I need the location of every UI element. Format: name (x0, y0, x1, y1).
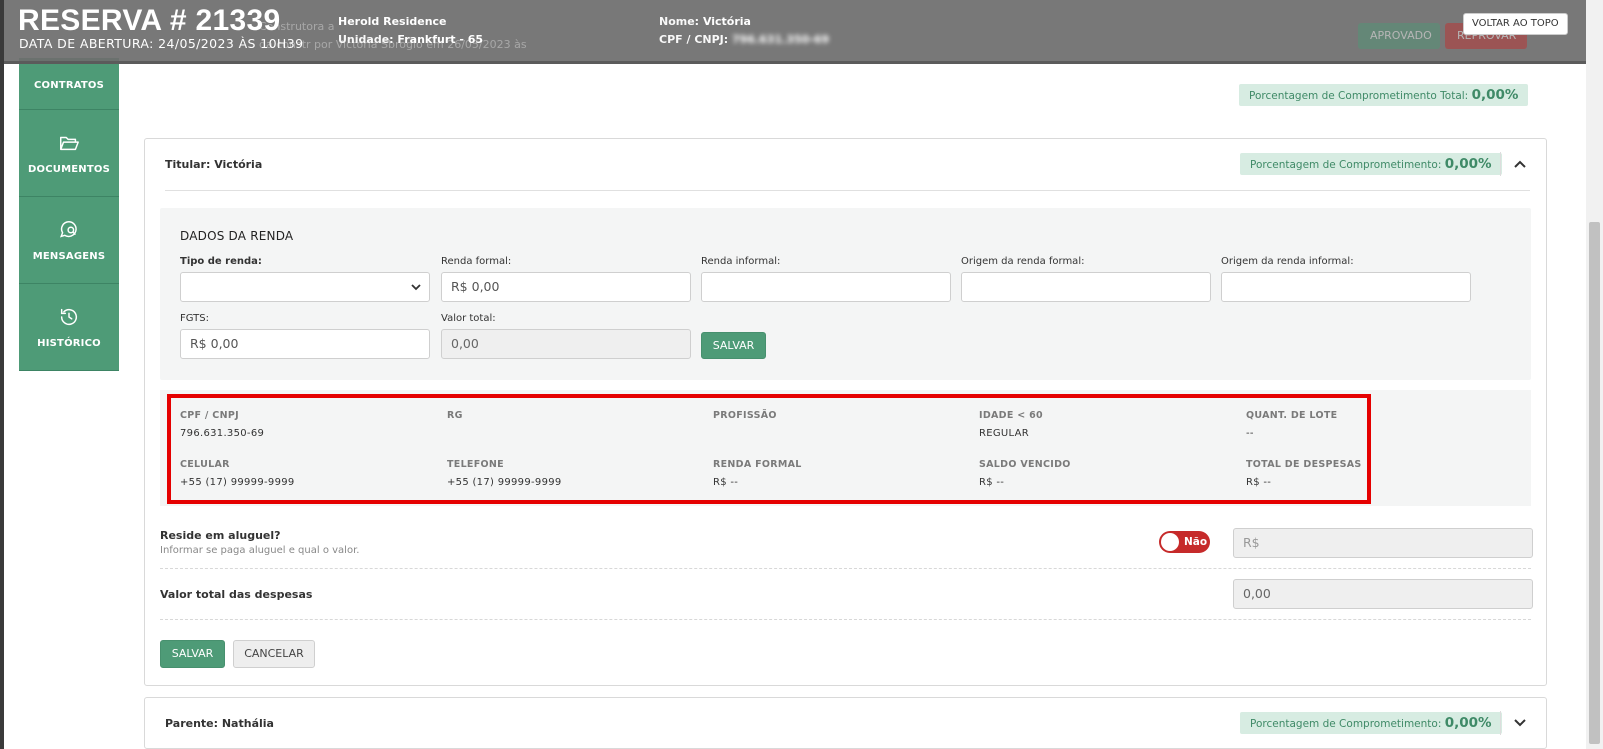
info-overdue-value: R$ -- (979, 477, 1005, 488)
sidebar-item-label: MENSAGENS (32, 250, 106, 262)
fgts-label: FGTS: (180, 313, 209, 324)
info-expenses-label: TOTAL DE DESPESAS (1246, 459, 1362, 470)
cpf-value-blurred: 796.631.350-69 (732, 33, 830, 46)
cancel-button[interactable]: CANCELAR (233, 640, 315, 668)
fgts-input[interactable]: R$ 0,00 (180, 329, 430, 359)
unit-value: Frankfurt - 65 (397, 33, 484, 46)
informal-income-label: Renda informal: (701, 256, 781, 267)
back-to-top-button[interactable]: VOLTAR AO TOPO (1463, 13, 1568, 35)
informal-origin-input[interactable] (1221, 272, 1471, 302)
scrollbar-thumb[interactable] (1589, 222, 1600, 744)
info-job-label: PROFISSÃO (713, 410, 777, 421)
card-header-divider (165, 190, 1530, 191)
rent-toggle[interactable]: Não (1159, 531, 1210, 553)
info-expenses-value: R$ -- (1246, 477, 1272, 488)
approve-button[interactable]: APROVADO (1358, 23, 1440, 49)
rent-question: Reside em aluguel? (160, 529, 281, 542)
sidebar: CONTRATOS DOCUMENTOS MENSAGENS HISTÓRICO (19, 58, 119, 371)
parente-title[interactable]: Parente: Nathália (165, 717, 274, 730)
titular-commitment-badge: Porcentagem de Comprometimento: 0,00% (1240, 153, 1502, 175)
titular-commitment-label: Porcentagem de Comprometimento: (1250, 159, 1442, 171)
unit-info: Unidade: Frankfurt - 65 (338, 33, 483, 46)
parente-commitment-badge: Porcentagem de Comprometimento: 0,00% (1240, 712, 1502, 734)
folder-open-icon (60, 136, 79, 150)
info-cell-label: CELULAR (180, 459, 230, 470)
save-button[interactable]: SALVAR (160, 640, 225, 668)
formal-income-input[interactable]: R$ 0,00 (441, 272, 691, 302)
titular-title[interactable]: Titular: Victória (165, 158, 262, 171)
client-document: CPF / CNPJ: 796.631.350-69 (659, 33, 829, 46)
chevron-up-icon[interactable] (1513, 157, 1527, 171)
formal-origin-input[interactable] (961, 272, 1211, 302)
sidebar-item-documentos[interactable]: DOCUMENTOS (19, 110, 119, 197)
info-lots-label: QUANT. DE LOTE (1246, 410, 1338, 421)
unit-label: Unidade: (338, 33, 394, 46)
info-formal-income-label: RENDA FORMAL (713, 459, 802, 470)
info-cpf-label: CPF / CNPJ (180, 410, 239, 421)
formal-income-label: Renda formal: (441, 256, 512, 267)
rent-value-input[interactable]: R$ (1233, 528, 1533, 558)
window-edge (0, 0, 4, 749)
row-divider (160, 568, 1531, 569)
sidebar-item-label: DOCUMENTOS (28, 163, 110, 175)
info-phone-label: TELEFONE (447, 459, 504, 470)
sidebar-item-label: CONTRATOS (33, 80, 105, 91)
rent-hint: Informar se paga aluguel e qual o valor. (160, 545, 360, 556)
income-type-label: Tipo de renda: (180, 256, 262, 267)
info-cpf-value: 796.631.350-69 (180, 428, 265, 439)
divider (1500, 152, 1501, 176)
project-name: Herold Residence (338, 15, 447, 28)
info-lots-value: -- (1246, 428, 1254, 439)
income-save-button[interactable]: SALVAR (701, 332, 766, 359)
info-age-value: REGULAR (979, 428, 1030, 439)
parente-commitment-value: 0,00% (1444, 715, 1492, 731)
info-phone-value: +55 (17) 99999-9999 (447, 477, 562, 488)
total-commitment-label: Porcentagem de Comprometimento Total: (1249, 90, 1469, 102)
income-panel-title: DADOS DA RENDA (180, 229, 294, 243)
reservation-header: RESERVA # 21339 DATA DE ABERTURA: 24/05/… (4, 0, 1586, 64)
name-label: Nome: (659, 15, 700, 28)
info-formal-income-value: R$ -- (713, 477, 739, 488)
page-title: RESERVA # 21339 (18, 4, 281, 37)
toggle-knob (1161, 533, 1179, 551)
client-name: Nome: Victória (659, 15, 751, 28)
sidebar-item-contratos[interactable]: CONTRATOS (19, 58, 119, 110)
total-commitment-value: 0,00% (1471, 87, 1519, 103)
ghost-builder-text: Construtora a (259, 20, 335, 33)
income-type-select[interactable] (180, 272, 430, 302)
chat-search-icon (60, 220, 77, 238)
info-cell-value: +55 (17) 99999-9999 (180, 477, 295, 488)
rent-toggle-label: Não (1184, 536, 1208, 548)
titular-commitment-value: 0,00% (1444, 156, 1492, 172)
sidebar-item-historico[interactable]: HISTÓRICO (19, 284, 119, 371)
formal-origin-label: Origem da renda formal: (961, 256, 1085, 267)
cpf-label: CPF / CNPJ: (659, 33, 729, 46)
expenses-title: Valor total das despesas (160, 588, 313, 601)
total-commitment-badge: Porcentagem de Comprometimento Total: 0,… (1239, 84, 1529, 106)
chevron-down-icon (411, 284, 421, 291)
name-value: Victória (702, 15, 751, 28)
informal-origin-label: Origem da renda informal: (1221, 256, 1354, 267)
info-overdue-label: SALDO VENCIDO (979, 459, 1071, 470)
divider (1500, 711, 1501, 735)
sidebar-item-mensagens[interactable]: MENSAGENS (19, 197, 119, 284)
info-rg-label: RG (447, 410, 463, 421)
total-value-field: 0,00 (441, 329, 691, 359)
info-age-label: IDADE < 60 (979, 410, 1043, 421)
row-divider (160, 619, 1531, 620)
history-icon (60, 308, 78, 325)
expenses-total-field: 0,00 (1233, 579, 1533, 609)
informal-income-input[interactable] (701, 272, 951, 302)
parente-commitment-label: Porcentagem de Comprometimento: (1250, 718, 1442, 730)
chevron-down-icon[interactable] (1513, 716, 1527, 730)
sidebar-item-label: HISTÓRICO (37, 337, 101, 349)
total-value-label: Valor total: (441, 313, 496, 324)
